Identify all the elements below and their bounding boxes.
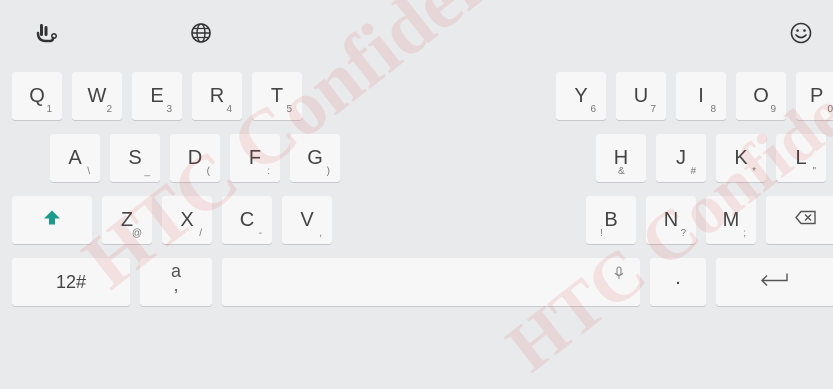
key-k[interactable]: K * xyxy=(716,134,766,182)
key-j[interactable]: J # xyxy=(656,134,706,182)
key-hint: ( xyxy=(206,166,210,177)
key-o[interactable]: O9 xyxy=(736,72,786,120)
key-hint: 9 xyxy=(770,104,776,115)
key-y[interactable]: Y6 xyxy=(556,72,606,120)
key-hint: 6 xyxy=(590,104,596,115)
key-hint: : xyxy=(267,166,270,177)
key-hint: , xyxy=(319,228,322,239)
key-r[interactable]: R4 xyxy=(192,72,242,120)
key-hint: , xyxy=(173,275,179,295)
key-a[interactable]: A \ xyxy=(50,134,100,182)
key-hint: @ xyxy=(131,228,142,239)
key-label: P xyxy=(810,85,824,107)
key-hint: ? xyxy=(680,228,686,239)
microphone-icon xyxy=(614,266,624,285)
key-label: T xyxy=(270,85,284,107)
key-label: J xyxy=(676,147,686,169)
key-label: N xyxy=(663,209,679,231)
numbers-symbols-key[interactable]: 12# xyxy=(12,258,130,306)
key-label: I xyxy=(698,85,704,107)
shift-key[interactable] xyxy=(12,196,92,244)
space-bar[interactable] xyxy=(222,258,640,306)
key-hint: / xyxy=(199,228,202,239)
emoji-icon[interactable] xyxy=(788,20,814,46)
key-u[interactable]: U7 xyxy=(616,72,666,120)
key-z[interactable]: Z @ xyxy=(102,196,152,244)
key-label: D xyxy=(187,147,203,169)
key-label: Q xyxy=(29,85,45,107)
globe-icon[interactable] xyxy=(188,20,214,46)
language-key[interactable]: a , xyxy=(140,258,212,306)
key-hint: _ xyxy=(144,166,150,177)
key-label: 12# xyxy=(55,272,87,292)
enter-key[interactable] xyxy=(716,258,833,306)
key-hint: 2 xyxy=(106,104,112,115)
key-hint: 3 xyxy=(166,104,172,115)
key-hint: 1 xyxy=(46,104,52,115)
key-hint: 4 xyxy=(226,104,232,115)
key-hint: ) xyxy=(326,166,330,177)
key-hint: 5 xyxy=(286,104,292,115)
key-label: B xyxy=(604,209,618,231)
key-label: C xyxy=(239,209,255,231)
key-q[interactable]: Q1 xyxy=(12,72,62,120)
handwriting-icon[interactable] xyxy=(34,20,60,46)
key-b[interactable]: B! xyxy=(586,196,636,244)
key-hint: ! xyxy=(600,228,603,239)
key-s[interactable]: S _ xyxy=(110,134,160,182)
key-hint: - xyxy=(258,228,262,239)
key-d[interactable]: D( xyxy=(170,134,220,182)
keyboard: Q1 W2 E3 R4 T5 Y6 U7 I8 O9 P0 A \ S _ D( F… xyxy=(0,0,833,387)
shift-arrow-icon xyxy=(43,210,61,231)
key-w[interactable]: W2 xyxy=(72,72,122,120)
enter-arrow-icon xyxy=(759,272,789,293)
key-label: H xyxy=(613,147,629,169)
key-label: S xyxy=(128,147,142,169)
key-x[interactable]: X / xyxy=(162,196,212,244)
key-hint: # xyxy=(690,166,696,177)
key-label: . xyxy=(675,267,681,289)
backspace-key[interactable] xyxy=(766,196,833,244)
key-label: R xyxy=(209,85,225,107)
key-i[interactable]: I8 xyxy=(676,72,726,120)
key-hint: * xyxy=(752,166,756,177)
key-hint: " xyxy=(812,166,816,177)
key-label: M xyxy=(722,209,740,231)
key-h[interactable]: H & xyxy=(596,134,646,182)
key-hint: ; xyxy=(743,228,746,239)
key-v[interactable]: V, xyxy=(282,196,332,244)
key-c[interactable]: C- xyxy=(222,196,272,244)
key-t[interactable]: T5 xyxy=(252,72,302,120)
key-label: A xyxy=(68,147,82,169)
key-label: X xyxy=(180,209,194,231)
key-f[interactable]: F: xyxy=(230,134,280,182)
key-label: Z xyxy=(120,209,134,231)
backspace-icon xyxy=(795,210,817,230)
period-key[interactable]: . xyxy=(650,258,706,306)
key-hint: 7 xyxy=(650,104,656,115)
key-label: G xyxy=(307,147,323,169)
key-label: F xyxy=(248,147,262,169)
key-label: U xyxy=(633,85,649,107)
key-m[interactable]: M; xyxy=(706,196,756,244)
key-n[interactable]: N? xyxy=(646,196,696,244)
key-p[interactable]: P0 xyxy=(796,72,833,120)
key-label: V xyxy=(300,209,314,231)
key-hint: \ xyxy=(87,166,90,177)
key-label: Y xyxy=(574,85,588,107)
key-label: L xyxy=(795,147,807,169)
key-label: K xyxy=(734,147,748,169)
key-label: O xyxy=(753,85,769,107)
key-label: W xyxy=(87,85,107,107)
key-hint: & xyxy=(618,166,625,177)
key-g[interactable]: G) xyxy=(290,134,340,182)
keyboard-toolbar xyxy=(0,0,833,66)
key-l[interactable]: L " xyxy=(776,134,826,182)
key-hint: 0 xyxy=(827,104,833,115)
key-e[interactable]: E3 xyxy=(132,72,182,120)
key-hint: 8 xyxy=(710,104,716,115)
key-label: E xyxy=(150,85,164,107)
